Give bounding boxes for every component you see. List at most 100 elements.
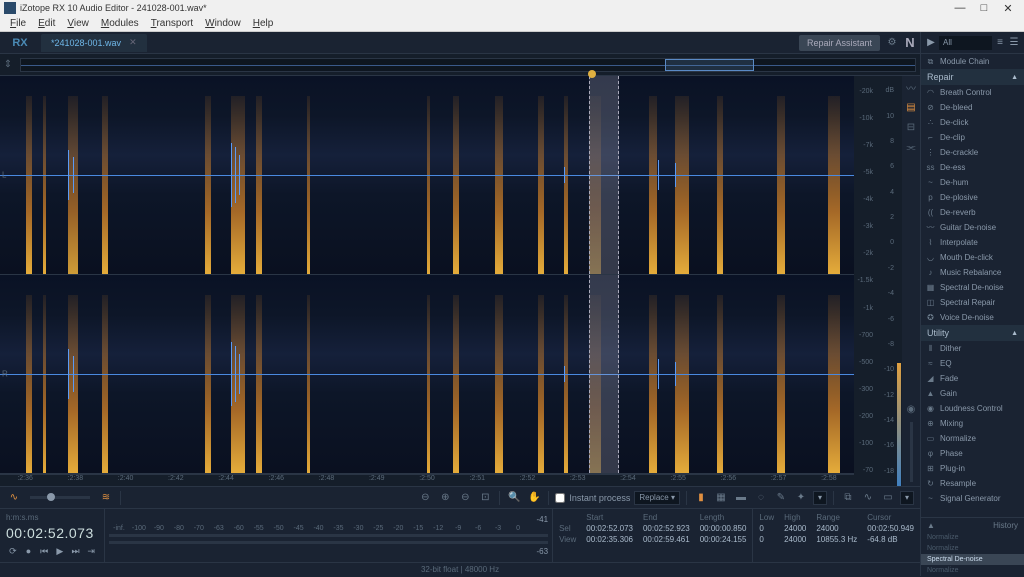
overview-waveform[interactable] [20, 58, 916, 72]
module-item[interactable]: ◡Mouth De-click [921, 250, 1024, 265]
module-item[interactable]: pDe-plosive [921, 190, 1024, 205]
zoom-tool-icon[interactable]: 🔍 [506, 490, 522, 506]
zoom-out-icon[interactable]: ⊖ [457, 490, 473, 506]
channel-left[interactable]: L [0, 76, 854, 275]
menu-edit[interactable]: Edit [32, 18, 61, 29]
freq-view-high[interactable]: 24000 [784, 535, 806, 544]
menu-modules[interactable]: Modules [95, 18, 145, 29]
module-play-icon[interactable]: ▶ [925, 37, 937, 48]
module-filter-select[interactable]: All [939, 36, 992, 50]
settings-icon[interactable]: ⚙ [884, 35, 900, 51]
menu-transport[interactable]: Transport [145, 18, 199, 29]
module-item[interactable]: ⫴Dither [921, 341, 1024, 356]
module-item[interactable]: ◫Spectral Repair [921, 295, 1024, 310]
record-button[interactable]: ● [22, 544, 36, 558]
close-button[interactable]: ✕ [996, 2, 1020, 15]
waveform-opacity-icon[interactable]: ∿ [6, 490, 22, 506]
lasso-icon[interactable]: ◌ [753, 490, 769, 506]
selection-region[interactable] [589, 275, 619, 473]
overview-selection[interactable] [665, 59, 754, 71]
freq-select-icon[interactable]: ▬ [733, 490, 749, 506]
view-length[interactable]: 00:00:24.155 [700, 535, 747, 544]
wand-icon[interactable]: ✦ [793, 490, 809, 506]
sel-end[interactable]: 00:02:52.923 [643, 524, 690, 533]
module-item[interactable]: ∴De-click [921, 115, 1024, 130]
channel-right[interactable]: R [0, 275, 854, 474]
find-similar-icon[interactable]: ⧉ [840, 490, 856, 506]
module-item[interactable]: ▲Gain [921, 386, 1024, 401]
module-item[interactable]: ✪Voice De-noise [921, 310, 1024, 325]
module-item[interactable]: ▭Normalize [921, 431, 1024, 446]
module-item[interactable]: ⌐De-clip [921, 130, 1024, 145]
overview-collapse-icon[interactable]: ⇕ [0, 59, 16, 70]
module-item[interactable]: ⋮De-crackle [921, 145, 1024, 160]
tab-close-icon[interactable]: ✕ [129, 37, 137, 48]
menu-window[interactable]: Window [199, 18, 247, 29]
history-up-icon[interactable]: ▲ [927, 521, 935, 530]
menu-help[interactable]: Help [247, 18, 280, 29]
module-item[interactable]: ≈EQ [921, 356, 1024, 371]
module-item[interactable]: ⌇Interpolate [921, 235, 1024, 250]
repair-section-header[interactable]: Repair▲ [921, 69, 1024, 85]
module-item[interactable]: ◉Loudness Control [921, 401, 1024, 416]
history-item[interactable]: Spectral De-noise [921, 554, 1024, 565]
forward-button[interactable]: ⏭ [69, 544, 83, 558]
module-item[interactable]: ⊕Mixing [921, 416, 1024, 431]
region-icon[interactable]: ▭ [880, 490, 896, 506]
module-item[interactable]: ~Signal Generator [921, 491, 1024, 506]
module-item[interactable]: ssDe-ess [921, 160, 1024, 175]
module-item[interactable]: ⊘De-bleed [921, 100, 1024, 115]
sel-tool-menu[interactable]: ▾ [813, 491, 827, 505]
module-item[interactable]: ♪Music Rebalance [921, 265, 1024, 280]
view-spectrogram-icon[interactable]: ▤ [904, 100, 918, 114]
freq-sel-low[interactable]: 0 [759, 524, 774, 533]
freq-sel-high[interactable]: 24000 [784, 524, 806, 533]
spectrogram-opacity-icon[interactable]: ≋ [98, 490, 114, 506]
module-item[interactable]: φPhase [921, 446, 1024, 461]
playhead-marker[interactable] [588, 70, 596, 78]
module-item[interactable]: ◢Fade [921, 371, 1024, 386]
module-item[interactable]: ▦Spectral De-noise [921, 280, 1024, 295]
sel-length[interactable]: 00:00:00.850 [700, 524, 747, 533]
module-item[interactable]: 〰Guitar De-noise [921, 220, 1024, 235]
history-item[interactable]: Normalize [921, 565, 1024, 576]
cursor-freq[interactable]: 10855.3 Hz [816, 535, 857, 544]
freq-zoom-track[interactable] [910, 422, 913, 482]
loop-button[interactable]: ⟳ [6, 544, 20, 558]
time-ruler[interactable]: :2:36 :2:38 :2:40 :2:42 :2:44 :2:46 :2:4… [0, 474, 854, 486]
module-item[interactable]: ((De-reverb [921, 205, 1024, 220]
utility-section-header[interactable]: Utility▲ [921, 325, 1024, 341]
module-menu-icon[interactable]: ☰ [1008, 37, 1020, 48]
follow-button[interactable]: ⇥ [84, 544, 98, 558]
module-item[interactable]: ⊞Plug-in [921, 461, 1024, 476]
module-item[interactable]: ↻Resample [921, 476, 1024, 491]
menu-view[interactable]: View [61, 18, 95, 29]
zoom-in-icon[interactable]: ⊕ [437, 490, 453, 506]
cursor-db[interactable]: -64.8 dB [867, 535, 914, 544]
time-select-icon[interactable]: ▮ [693, 490, 709, 506]
spectrogram-view[interactable]: L [0, 76, 854, 486]
opacity-slider[interactable] [30, 496, 90, 499]
brush-icon[interactable]: ✎ [773, 490, 789, 506]
harmonic-sel-icon[interactable]: ∿ [860, 490, 876, 506]
menu-file[interactable]: File [4, 18, 32, 29]
file-tab[interactable]: *241028-001.wav ✕ [41, 34, 147, 52]
view-link-icon[interactable]: ⫘ [904, 140, 918, 154]
module-item[interactable]: ◠Breath Control [921, 85, 1024, 100]
view-split-icon[interactable]: ⊟ [904, 120, 918, 134]
freq-sel-range[interactable]: 24000 [816, 524, 857, 533]
instant-process-checkbox[interactable] [555, 493, 565, 503]
repair-assistant-button[interactable]: Repair Assistant [799, 35, 880, 51]
view-waveform-icon[interactable]: 〰 [904, 80, 918, 94]
zoom-out-full-icon[interactable]: ⊖ [417, 490, 433, 506]
play-button[interactable]: ▶ [53, 544, 67, 558]
minimize-button[interactable]: — [948, 2, 972, 14]
maximize-button[interactable]: □ [972, 2, 996, 14]
marker-menu[interactable]: ▾ [900, 491, 914, 505]
freq-view-low[interactable]: 0 [759, 535, 774, 544]
module-view-icon[interactable]: ≡ [994, 37, 1006, 48]
module-chain-item[interactable]: ⧉ Module Chain [921, 54, 1024, 69]
module-item[interactable]: ~De-hum [921, 175, 1024, 190]
hand-tool-icon[interactable]: ✋ [526, 490, 542, 506]
cursor-time[interactable]: 00:02:50.949 [867, 524, 914, 533]
